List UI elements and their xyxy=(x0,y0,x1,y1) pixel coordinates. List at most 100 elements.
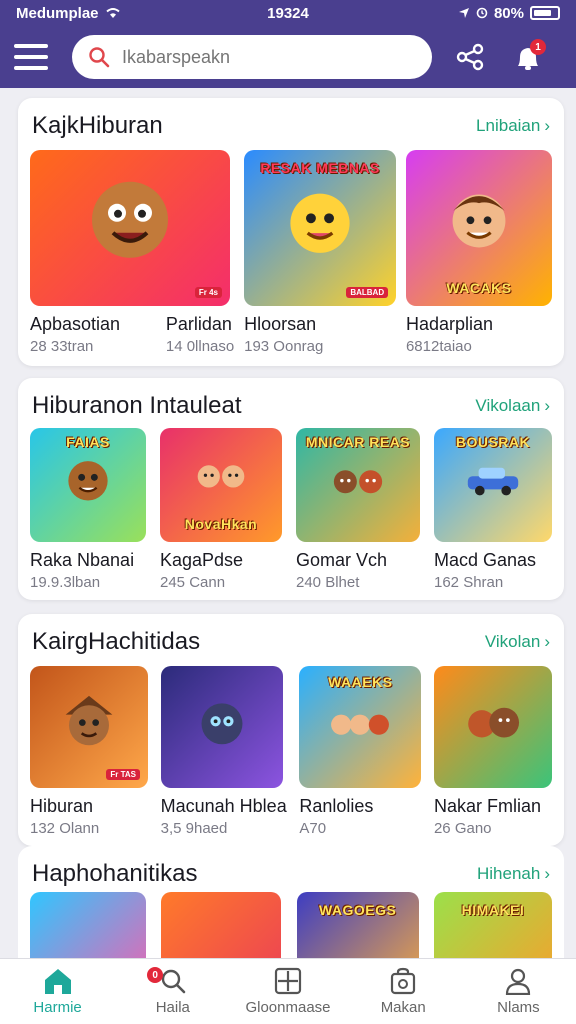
section-title: KairgHachitidas xyxy=(32,628,201,655)
game-thumbnail: NovaHkan xyxy=(160,428,282,542)
game-card[interactable]: HIMAKEI xyxy=(433,892,552,958)
game-title: Parlidan xyxy=(165,314,232,334)
game-logo-text: RESAK MEBNAS xyxy=(260,160,380,176)
game-card[interactable]: WAAEKS Ranlolies A70 xyxy=(299,666,422,837)
game-meta: 19.9.3lban xyxy=(30,574,101,591)
share-icon xyxy=(456,43,484,71)
game-thumbnail xyxy=(161,892,282,958)
status-bar: Medumplae 19324 80% xyxy=(0,0,576,26)
game-card[interactable]: RESAK MEBNAS BALBAD Hloorsan 193 Oonrag xyxy=(244,150,397,355)
game-card[interactable] xyxy=(30,892,146,958)
share-button[interactable] xyxy=(450,37,490,77)
age-rating-badge: BALBAD xyxy=(346,287,389,298)
character-art xyxy=(59,691,119,756)
character-art xyxy=(462,692,524,755)
search-input[interactable] xyxy=(122,46,402,68)
game-card[interactable]: Parlidan 14 0llnaso xyxy=(166,314,234,355)
card-row: Fr TAS Hiburan 132 Olann Macunah Hblea 3… xyxy=(30,666,552,837)
game-thumbnail: FAIAS xyxy=(30,428,146,542)
chevron-right-icon: › xyxy=(544,632,550,651)
see-all-label: Hihenah xyxy=(477,864,541,883)
game-card[interactable]: Fr TAS Hiburan 132 Olann xyxy=(30,666,148,837)
nav-categories[interactable]: Gloonmaase xyxy=(230,959,345,1024)
game-thumbnail xyxy=(160,666,283,788)
game-thumbnail: WACAKS xyxy=(405,150,552,306)
game-meta: 240 Blhet xyxy=(296,574,360,591)
game-card[interactable]: WAGOEGS xyxy=(296,892,419,958)
nav-profile[interactable]: Nlams xyxy=(461,959,576,1024)
nav-store[interactable]: Makan xyxy=(346,959,461,1024)
game-card[interactable]: FAIAS Raka Nbanai 19.9.3lban xyxy=(30,428,146,591)
bottom-nav: Harmie 0 Haila Gloonmaase Makan Nlams xyxy=(0,958,576,1024)
see-all-label: Lnibaian xyxy=(476,116,541,135)
game-meta: 14 0llnaso xyxy=(165,338,235,355)
nav-search[interactable]: 0 Haila xyxy=(115,959,230,1024)
age-rating-badge: Fr TAS xyxy=(106,769,140,780)
clock: 19324 xyxy=(267,4,309,22)
game-meta: 132 Olann xyxy=(30,820,100,837)
bag-icon xyxy=(391,967,416,995)
game-card[interactable]: MNICAR REAS Gomar Vch 240 Blhet xyxy=(296,428,420,591)
section-more: Haphohanitikas Hihenah › WAGOEGS HIMAKEI xyxy=(18,846,564,958)
home-icon xyxy=(44,969,71,994)
game-title: Raka Nbanai xyxy=(30,550,135,570)
car-art xyxy=(463,460,523,505)
game-logo-text: NovaHkan xyxy=(184,516,258,532)
top-bar: 1 xyxy=(0,26,576,88)
game-meta: 26 Gano xyxy=(433,820,492,837)
game-card[interactable] xyxy=(161,892,282,958)
game-meta: 6812taiao xyxy=(405,338,472,355)
nav-label: Harmie xyxy=(33,999,82,1016)
game-title: Nakar Fmlian xyxy=(433,796,541,816)
game-logo-text: BOUSRAK xyxy=(455,434,531,450)
battery-percent: 80% xyxy=(493,4,524,22)
game-thumbnail xyxy=(433,666,552,788)
content-feed[interactable]: KajkHiburan Lnibaian › Fr 4s Apbasotian 2… xyxy=(0,88,576,958)
search-icon xyxy=(161,969,186,994)
section-interactive: Hiburanon Intauleat Vikolaan › FAIAS Raka… xyxy=(18,378,564,600)
menu-button[interactable] xyxy=(14,44,48,70)
game-card[interactable]: Nakar Fmlian 26 Gano xyxy=(433,666,552,837)
nav-label: Makan xyxy=(380,999,426,1016)
game-thumbnail: WAAEKS xyxy=(299,666,422,788)
game-card[interactable]: NovaHkan KagaPdse 245 Cann xyxy=(160,428,282,591)
character-art xyxy=(62,453,114,510)
game-card[interactable]: BOUSRAK Macd Ganas 162 Shran xyxy=(434,428,552,591)
game-title: Gomar Vch xyxy=(296,550,388,570)
see-all-link[interactable]: Hihenah › xyxy=(477,864,550,884)
game-card[interactable]: WACAKS Hadarplian 6812taiao xyxy=(405,150,552,355)
chevron-right-icon: › xyxy=(544,116,550,135)
profile-icon xyxy=(506,968,531,995)
game-title: Hloorsan xyxy=(244,314,317,334)
game-logo-text: WACAKS xyxy=(446,280,512,296)
search-bar[interactable] xyxy=(72,35,432,79)
search-icon xyxy=(89,47,110,68)
section-title: KajkHiburan xyxy=(32,112,163,139)
carrier-name: Medumplae xyxy=(16,4,99,22)
game-thumbnail: MNICAR REAS xyxy=(296,428,420,542)
game-logo-text: WAAEKS xyxy=(328,674,393,690)
see-all-link[interactable]: Vikolan › xyxy=(485,632,550,652)
nav-label: Nlams xyxy=(497,999,540,1016)
game-title: Macd Ganas xyxy=(434,550,537,570)
game-meta: 193 Oonrag xyxy=(244,338,324,355)
character-art xyxy=(444,186,514,261)
menu-bar-line xyxy=(14,66,48,70)
see-all-link[interactable]: Lnibaian › xyxy=(476,116,550,136)
character-art xyxy=(85,175,175,270)
nav-label: Haila xyxy=(155,999,190,1016)
nav-home[interactable]: Harmie xyxy=(0,959,115,1024)
game-title: Hadarplian xyxy=(405,314,494,334)
notifications-button[interactable]: 1 xyxy=(508,37,548,77)
character-art xyxy=(328,456,388,507)
card-row: Fr 4s Apbasotian 28 33tran Parlidan 14 0… xyxy=(30,150,552,355)
character-art xyxy=(283,184,357,263)
game-logo-text: WAGOEGS xyxy=(318,902,397,918)
game-title: KagaPdse xyxy=(160,550,244,570)
game-card[interactable]: Macunah Hblea 3,5 9haed xyxy=(160,666,287,837)
character-art xyxy=(325,700,395,749)
game-thumbnail: Fr TAS xyxy=(30,666,148,788)
see-all-link[interactable]: Vikolaan › xyxy=(475,396,550,416)
menu-bar-line xyxy=(14,44,48,48)
wifi-icon xyxy=(105,8,120,18)
